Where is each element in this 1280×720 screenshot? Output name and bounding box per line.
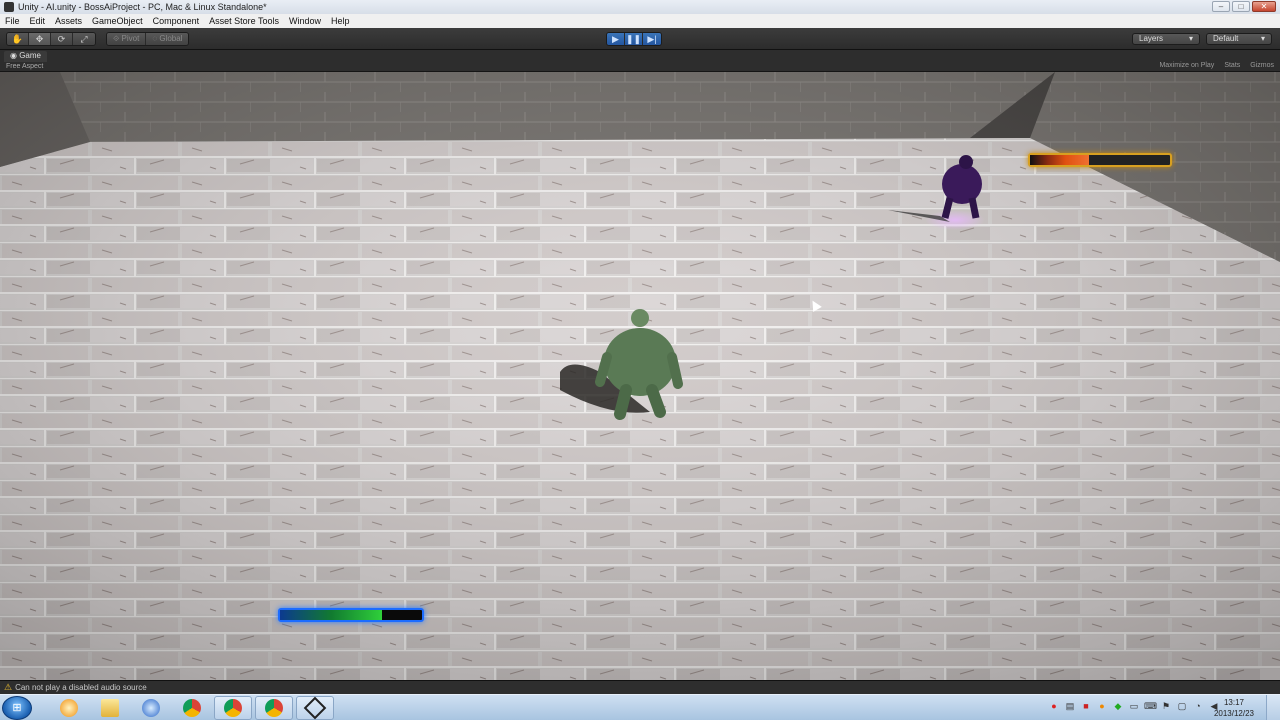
window-title: Unity - AI.unity - BossAiProject - PC, M… bbox=[18, 2, 267, 12]
game-panel-header: ◉ Game Free Aspect Maximize on Play Stat… bbox=[0, 50, 1280, 72]
tray-wifi-icon[interactable]: ◔ bbox=[1192, 700, 1204, 712]
clock-date: 2013/12/23 bbox=[1213, 709, 1254, 718]
warning-icon: ⚠ bbox=[4, 682, 13, 692]
menu-assets[interactable]: Assets bbox=[50, 16, 87, 26]
game-view[interactable] bbox=[0, 72, 1280, 680]
chrome-icon[interactable] bbox=[214, 696, 252, 720]
game-panel-options: Maximize on Play Stats Gizmos bbox=[1157, 62, 1276, 69]
layout-label: Default bbox=[1213, 34, 1239, 43]
menu-bar: File Edit Assets GameObject Component As… bbox=[0, 14, 1280, 28]
play-button[interactable]: ▶ bbox=[607, 33, 625, 45]
tray-acrobat-icon[interactable]: ■ bbox=[1080, 700, 1092, 712]
show-desktop-button[interactable] bbox=[1266, 695, 1280, 720]
layers-dropdown[interactable]: Layers ▾ bbox=[1132, 33, 1200, 45]
clock-time: 13:17 bbox=[1223, 698, 1244, 707]
tray-display-icon[interactable]: ▢ bbox=[1176, 700, 1188, 712]
player-torso bbox=[604, 328, 676, 396]
play-controls: ▶ ❚❚ ▶| bbox=[606, 32, 662, 46]
window-title-bar: Unity - AI.unity - BossAiProject - PC, M… bbox=[0, 0, 1280, 14]
menu-file[interactable]: File bbox=[0, 16, 25, 26]
menu-gameobject[interactable]: GameObject bbox=[87, 16, 148, 26]
toolbar: ✋ ✥ ⟳ ⤢ ⟐ Pivot ◌ Global ▶ ❚❚ ▶| Layers … bbox=[0, 28, 1280, 50]
layout-dropdown[interactable]: Default ▾ bbox=[1206, 33, 1272, 45]
move-tool-icon[interactable]: ✥ bbox=[29, 33, 51, 45]
global-toggle[interactable]: ◌ Global bbox=[146, 33, 189, 45]
menu-edit[interactable]: Edit bbox=[25, 16, 51, 26]
start-button[interactable]: ⊞ bbox=[2, 696, 32, 720]
player-health-bar bbox=[278, 608, 424, 622]
menu-component[interactable]: Component bbox=[148, 16, 205, 26]
menu-window[interactable]: Window bbox=[284, 16, 326, 26]
console-status-bar[interactable]: ⚠ Can not play a disabled audio source bbox=[0, 680, 1280, 694]
taskbar-apps bbox=[50, 696, 334, 720]
enemy-health-fill bbox=[1030, 155, 1089, 165]
enemy-head bbox=[959, 155, 973, 169]
pause-button[interactable]: ❚❚ bbox=[625, 33, 643, 45]
enemy-health-bar bbox=[1028, 153, 1172, 167]
rotate-tool-icon[interactable]: ⟳ bbox=[51, 33, 73, 45]
tray-keyboard-icon[interactable]: ⌨ bbox=[1144, 700, 1157, 712]
tray-shield-icon[interactable]: ◆ bbox=[1112, 700, 1124, 712]
tray-flag-icon[interactable]: ⚑ bbox=[1160, 700, 1172, 712]
player-health-fill bbox=[280, 610, 383, 620]
aspect-dropdown[interactable]: Free Aspect bbox=[6, 63, 43, 70]
chrome-icon[interactable] bbox=[255, 696, 293, 720]
media-player-icon[interactable] bbox=[50, 696, 88, 720]
stats-toggle[interactable]: Stats bbox=[1222, 62, 1242, 69]
unity-app-icon bbox=[4, 2, 14, 12]
chevron-down-icon: ▾ bbox=[1260, 34, 1265, 43]
maximize-button[interactable]: □ bbox=[1232, 1, 1250, 12]
window-controls: – □ ✕ bbox=[1212, 1, 1276, 12]
tray-app-icon[interactable]: ● bbox=[1096, 700, 1108, 712]
pivot-tools: ⟐ Pivot ◌ Global bbox=[106, 32, 190, 46]
folder-icon[interactable] bbox=[91, 696, 129, 720]
gizmos-toggle[interactable]: Gizmos bbox=[1248, 62, 1276, 69]
chrome-icon[interactable] bbox=[173, 696, 211, 720]
minimize-button[interactable]: – bbox=[1212, 1, 1230, 12]
player-head bbox=[631, 309, 649, 327]
menu-asset-store-tools[interactable]: Asset Store Tools bbox=[204, 16, 284, 26]
tab-game-label: Game bbox=[19, 51, 41, 60]
taskbar: ⊞ ● ▤ ■ ● ◆ ▭ ⌨ ⚑ ▢ ◔ ◀ 13:17 2013/12/23 bbox=[0, 694, 1280, 720]
tray-network-icon[interactable]: ▤ bbox=[1064, 700, 1076, 712]
tray-alert-icon[interactable]: ● bbox=[1048, 700, 1060, 712]
global-label: Global bbox=[159, 34, 183, 43]
menu-help[interactable]: Help bbox=[326, 16, 355, 26]
pivot-label: Pivot bbox=[121, 34, 140, 43]
tab-game[interactable]: ◉ Game bbox=[4, 51, 47, 62]
unity-icon[interactable] bbox=[296, 696, 334, 720]
close-button[interactable]: ✕ bbox=[1252, 1, 1276, 12]
status-message: Can not play a disabled audio source bbox=[15, 683, 147, 692]
step-button[interactable]: ▶| bbox=[643, 33, 661, 45]
tray-monitor-icon[interactable]: ▭ bbox=[1128, 700, 1140, 712]
hand-tool-icon[interactable]: ✋ bbox=[7, 33, 29, 45]
transform-tools: ✋ ✥ ⟳ ⤢ bbox=[6, 32, 96, 46]
screen: Unity - AI.unity - BossAiProject - PC, M… bbox=[0, 0, 1280, 720]
system-tray: ● ▤ ■ ● ◆ ▭ ⌨ ⚑ ▢ ◔ ◀ bbox=[1048, 700, 1220, 712]
layers-label: Layers bbox=[1139, 34, 1164, 43]
chevron-down-icon: ▾ bbox=[1188, 34, 1193, 43]
itunes-icon[interactable] bbox=[132, 696, 170, 720]
maximize-on-play-toggle[interactable]: Maximize on Play bbox=[1157, 62, 1216, 69]
taskbar-clock[interactable]: 13:17 2013/12/23 bbox=[1214, 697, 1254, 719]
scale-tool-icon[interactable]: ⤢ bbox=[73, 33, 95, 45]
pivot-toggle[interactable]: ⟐ Pivot bbox=[107, 33, 147, 45]
